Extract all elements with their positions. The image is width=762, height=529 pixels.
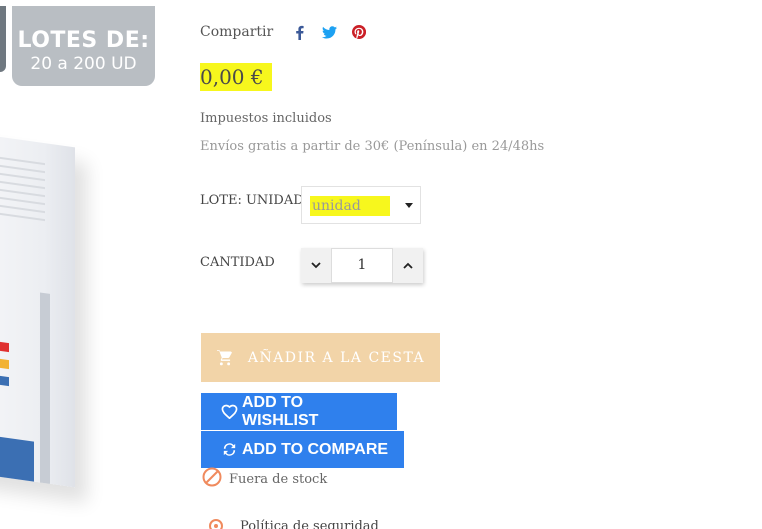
box-logo-yellow (0, 358, 9, 370)
stock-text: Fuera de stock (229, 471, 328, 487)
badge-line1: LOTES DE: (17, 28, 150, 53)
chevron-down-icon (311, 262, 321, 269)
add-to-cart-label: AÑADIR A LA CESTA (247, 349, 426, 366)
taxes-note: Impuestos incluidos (200, 111, 332, 126)
shipping-note: Envíos gratis a partir de 30€ (Península… (200, 139, 545, 154)
security-policy: Política de seguridad (208, 516, 379, 529)
policy-text: Política de seguridad (240, 518, 379, 529)
lote-selected-value: unidad (310, 196, 390, 216)
box-stripe (40, 292, 50, 484)
badge-edge (0, 6, 6, 72)
add-to-cart-button[interactable]: AÑADIR A LA CESTA (201, 333, 440, 382)
add-to-compare-button[interactable]: ADD TO COMPARE (201, 431, 404, 468)
share-label: Compartir (200, 24, 274, 40)
caret-down-icon (405, 203, 413, 208)
quantity-label: CANTIDAD (200, 255, 275, 270)
chevron-up-icon (403, 262, 413, 269)
add-to-wishlist-label: ADD TO WISHLIST (242, 393, 319, 429)
add-to-wishlist-button[interactable]: ADD TO WISHLIST (201, 393, 397, 430)
policy-icon (208, 516, 224, 529)
product-image[interactable]: LOTES DE: 20 a 200 UD (0, 0, 160, 529)
product-page: LOTES DE: 20 a 200 UD Compartir 0,00 € I… (0, 0, 762, 529)
box-logo-blue (0, 375, 9, 387)
lote-label: LOTE: UNIDAD (200, 193, 304, 208)
badge-line2: 20 a 200 UD (30, 54, 137, 74)
quantity-stepper: 1 (301, 248, 423, 283)
add-to-compare-label: ADD TO COMPARE (242, 440, 389, 458)
box-text-lines (0, 156, 45, 227)
product-box (0, 132, 75, 488)
box-logo-red (0, 341, 9, 353)
increase-quantity-button[interactable] (393, 248, 423, 283)
heart-icon (221, 404, 238, 419)
product-info: Compartir 0,00 € Impuestos incluidos Env… (200, 0, 760, 529)
pinterest-icon[interactable] (351, 24, 367, 40)
ban-icon (202, 467, 222, 491)
shopping-cart-icon (216, 349, 234, 366)
box-blue-panel (0, 436, 34, 482)
decrease-quantity-button[interactable] (301, 248, 331, 283)
facebook-icon[interactable] (291, 24, 307, 40)
lote-select[interactable]: unidad (301, 186, 421, 224)
refresh-icon (221, 441, 238, 458)
twitter-icon[interactable] (321, 24, 337, 40)
share-row: Compartir (200, 24, 367, 40)
stock-status: Fuera de stock (202, 467, 327, 491)
lot-badge: LOTES DE: 20 a 200 UD (12, 6, 155, 86)
product-price: 0,00 € (200, 63, 272, 91)
quantity-input[interactable]: 1 (331, 248, 393, 283)
